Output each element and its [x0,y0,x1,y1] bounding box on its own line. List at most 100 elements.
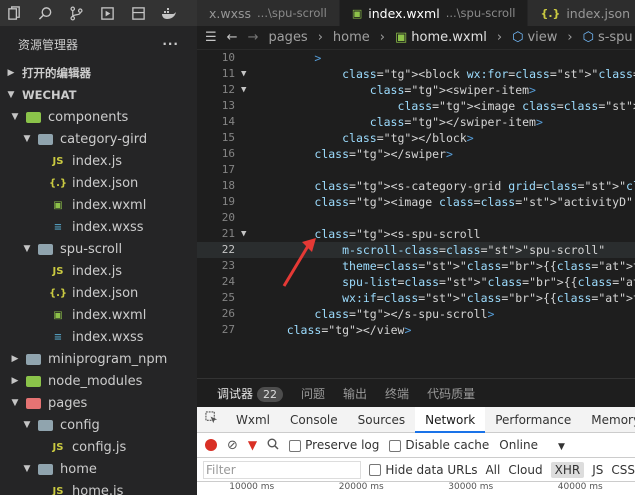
file-item[interactable]: ≡ index.wxss [0,326,197,348]
editor-tab[interactable]: ▣ index.wxml ...\spu-scroll [339,0,529,26]
file-item[interactable]: ▣ index.wxml [0,194,197,216]
cube-icon: ⬡ [512,30,524,45]
chevron-right-icon: › [317,30,323,45]
tree-item-label: config.js [72,439,127,455]
hide-data-urls-checkbox[interactable]: Hide data URLs [369,463,477,477]
file-item[interactable]: JS config.js [0,436,197,458]
devtools-tabs: Wxml Console Sources Network Performance… [197,406,635,433]
code-line: 14 class="tg"></swiper-item> [197,114,635,130]
type-css[interactable]: CSS [611,463,635,477]
file-item[interactable]: JS index.js [0,260,197,282]
type-all[interactable]: All [485,463,500,477]
fold-icon[interactable]: ▼ [241,82,251,98]
line-number: 18 [221,179,235,192]
json-file-icon: {.} [48,287,68,299]
code-text: class="tg"><image class=class="st">"swip… [397,99,635,113]
folder-item[interactable]: ▶ node_modules [0,370,197,392]
search-icon[interactable] [267,438,279,453]
folder-item[interactable]: ▶ miniprogram_npm [0,348,197,370]
tab-wxml[interactable]: Wxml [226,407,280,433]
record-icon[interactable] [205,439,217,451]
file-item[interactable]: {.} index.json [0,172,197,194]
fold-icon[interactable]: ▼ [241,226,251,242]
folder-item[interactable]: ▼ home [0,458,197,480]
fold-icon[interactable]: ▼ [241,66,251,82]
breadcrumb-item[interactable]: home.wxml [411,30,487,45]
breadcrumb-item[interactable]: home [333,30,370,45]
list-icon[interactable]: ☰ [205,30,217,45]
tab-memory[interactable]: Memory [581,407,635,433]
timeline-tick: 20000 ms [338,482,384,492]
file-item[interactable]: {.} index.json [0,282,197,304]
folder-item[interactable]: ▼ category-gird [0,128,197,150]
folder-item[interactable]: ▼ config [0,414,197,436]
json-file-icon: {.} [48,177,68,189]
breadcrumb-item[interactable]: view [527,30,557,45]
tab-problems[interactable]: 问题 [301,385,325,402]
debug-icon[interactable] [99,5,115,21]
tree-item-label: home.js [72,483,124,495]
tab-sources[interactable]: Sources [348,407,415,433]
file-item[interactable]: ▣ index.wxml [0,304,197,326]
js-file-icon: JS [52,485,64,495]
workspace-section[interactable]: ▼ WECHAT [0,84,197,106]
open-editors-section[interactable]: ▶ 打开的编辑器 [0,62,197,84]
filter-input[interactable]: Filter [203,460,362,479]
tab-performance[interactable]: Performance [485,407,581,433]
chevron-down-icon: ▼ [23,244,31,254]
tab-network[interactable]: Network [415,406,486,433]
folder-item[interactable]: ▼ spu-scroll [0,238,197,260]
line-number: 15 [221,131,235,144]
file-item[interactable]: JS home.js [0,480,197,495]
code-text: class="tg"></view> [286,323,412,337]
tab-debugger[interactable]: 调试器 22 [217,385,284,402]
file-item[interactable]: JS index.js [0,150,197,172]
breadcrumb-item[interactable]: pages [268,30,307,45]
editor-tab[interactable]: {.}index.json...\spu-s [528,0,635,26]
tab-console[interactable]: Console [280,407,348,433]
code-line: 20 [197,210,635,226]
editor-tab-path: ...\spu-scroll [257,6,327,20]
source-control-icon[interactable] [68,5,84,21]
files-icon[interactable] [6,5,22,21]
tab-output[interactable]: 输出 [343,385,367,402]
network-toolbar: ⊘ ▼ Preserve log Disable cache Online ▼ [197,433,635,458]
code-line: 23 theme=class="st">"class="br">{{class=… [197,258,635,274]
code-line: 18 class="tg"><s-category-grid grid=clas… [197,178,635,194]
throttle-select[interactable]: Online ▼ [499,438,565,452]
js-file-icon: JS [52,155,64,167]
code-area[interactable]: 10 >11 ▼ class="tg"><block wx:for=class="… [197,50,635,378]
forward-icon[interactable]: → [248,30,259,45]
filter-icon[interactable]: ▼ [248,438,257,452]
editor-tab[interactable]: x.wxss ...\spu-scroll [197,0,340,26]
panel-tabs: 调试器 22 问题 输出 终端 代码质量 [197,379,635,407]
more-actions-icon[interactable]: ··· [162,37,179,51]
type-xhr[interactable]: XHR [550,461,585,478]
back-icon[interactable]: ← [227,30,238,45]
chevron-down-icon: ▼ [23,134,31,144]
tab-code-quality[interactable]: 代码质量 [427,385,475,402]
editor-tab-path: ...\spu-scroll [445,6,516,20]
tree-item-label: index.json [72,285,139,301]
clear-icon[interactable]: ⊘ [227,438,238,453]
tree-item-label: components [48,109,129,125]
tab-terminal[interactable]: 终端 [385,385,409,402]
file-item[interactable]: ≡ index.wxss [0,216,197,238]
code-text: class="tg"><s-category-grid grid=class="… [314,179,635,193]
docker-icon[interactable] [161,5,177,21]
disable-cache-checkbox[interactable]: Disable cache [389,438,489,452]
editor-tab-name: index.json [566,5,631,21]
breadcrumb-item[interactable]: s-spu [598,30,633,45]
code-text: class="tg"><swiper-item> [369,83,536,97]
chevron-down-icon: ▼ [557,442,565,452]
folder-item[interactable]: ▼ pages [0,392,197,414]
type-cloud[interactable]: Cloud [508,463,542,477]
search-icon[interactable] [37,5,53,21]
folder-item[interactable]: ▼ components [0,106,197,128]
explorer-sidebar: 资源管理器 ··· ▶ 打开的编辑器 ▼ WECHAT ▼ components ▼… [0,26,197,495]
tree-item-label: index.wxss [72,219,144,235]
preserve-log-checkbox[interactable]: Preserve log [289,438,379,452]
extensions-icon[interactable] [130,5,146,21]
type-js[interactable]: JS [592,463,603,477]
inspect-icon[interactable] [197,407,226,433]
